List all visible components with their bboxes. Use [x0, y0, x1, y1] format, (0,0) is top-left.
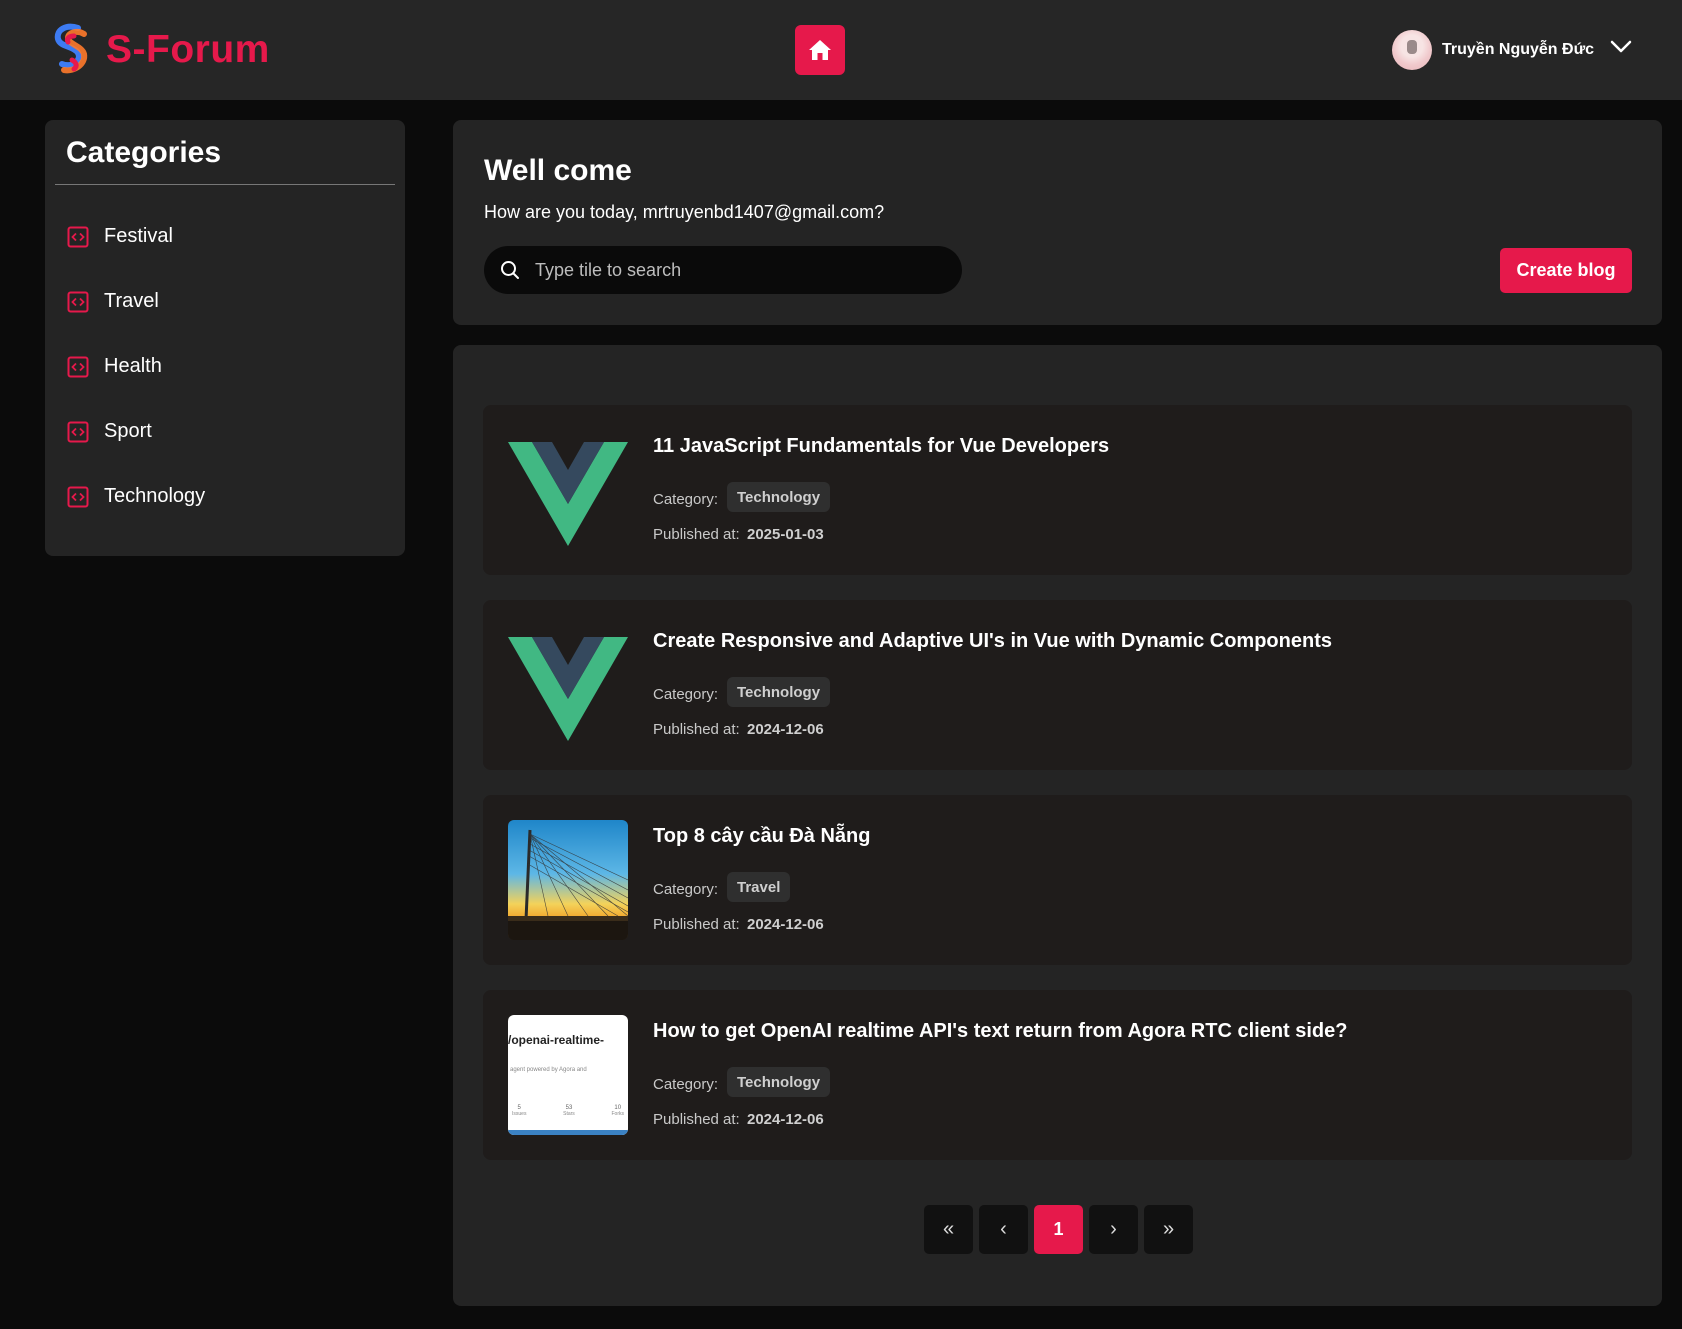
bridge-photo-icon	[508, 820, 628, 940]
published-date: 2024-12-06	[747, 916, 824, 933]
published-label: Published at:	[653, 916, 740, 933]
repo-stat: 5 Issues	[512, 1105, 527, 1117]
brand[interactable]: S-Forum	[48, 22, 270, 78]
post-list-panel: 11 JavaScript Fundamentals for Vue Devel…	[453, 345, 1662, 1306]
category-badge[interactable]: Technology	[727, 1067, 831, 1097]
welcome-panel: Well come How are you today, mrtruyenbd1…	[453, 120, 1662, 325]
search-bar[interactable]	[484, 246, 962, 294]
repo-card-subtitle: agent powered by Agora and	[510, 1067, 587, 1073]
search-input[interactable]	[535, 259, 935, 281]
user-menu[interactable]: Truyền Nguyễn Đức	[1392, 30, 1594, 70]
welcome-title: Well come	[484, 154, 632, 187]
post-title[interactable]: 11 JavaScript Fundamentals for Vue Devel…	[653, 435, 1109, 458]
create-blog-button[interactable]: Create blog	[1500, 248, 1632, 293]
code-icon	[67, 226, 89, 247]
user-name: Truyền Nguyễn Đức	[1442, 41, 1595, 58]
category-label: Festival	[104, 225, 173, 247]
published-date: 2024-12-06	[747, 721, 824, 738]
home-button[interactable]	[795, 25, 845, 75]
post-card[interactable]: Top 8 cây cầu Đà Nẵng Category: Travel P…	[483, 795, 1632, 965]
categories-title: Categories	[66, 136, 222, 169]
category-label: Travel	[104, 290, 159, 312]
code-icon	[67, 356, 89, 377]
repo-card-title: /openai-realtime-	[508, 1033, 605, 1047]
first-page-button[interactable]: «	[924, 1205, 973, 1254]
category-badge[interactable]: Travel	[727, 872, 791, 902]
brand-name: S-Forum	[106, 28, 270, 71]
category-item-sport[interactable]: Sport	[67, 399, 387, 464]
pagination: « ‹ 1 › »	[924, 1205, 1199, 1254]
avatar[interactable]	[1392, 30, 1432, 70]
repo-card-bar	[508, 1130, 628, 1135]
category-badge[interactable]: Technology	[727, 677, 831, 707]
category-badge[interactable]: Technology	[727, 482, 831, 512]
s-logo-icon	[54, 23, 88, 74]
category-label: Technology	[104, 485, 206, 507]
post-card[interactable]: 11 JavaScript Fundamentals for Vue Devel…	[483, 405, 1632, 575]
last-page-button[interactable]: »	[1144, 1205, 1193, 1254]
category-item-festival[interactable]: Festival	[67, 204, 387, 269]
category-item-health[interactable]: Health	[67, 334, 387, 399]
post-thumbnail: /openai-realtime- agent powered by Agora…	[508, 1015, 628, 1135]
repo-stat: 53 Stars	[563, 1105, 575, 1117]
chevron-down-icon[interactable]	[1610, 40, 1632, 54]
repo-stat: 10 Forks	[611, 1105, 625, 1117]
category-label: Category:	[653, 881, 719, 898]
published-date: 2024-12-06	[747, 1111, 824, 1128]
top-navbar: S-Forum Truyền Nguyễn Đức	[0, 0, 1682, 100]
post-title[interactable]: Create Responsive and Adaptive UI's in V…	[653, 630, 1332, 653]
code-icon	[67, 486, 89, 507]
category-label: Category:	[653, 491, 719, 508]
vue-logo-icon	[508, 442, 628, 546]
category-list: Festival Travel Health Sport Technology	[67, 204, 387, 529]
published-label: Published at:	[653, 1111, 740, 1128]
code-icon	[67, 291, 89, 312]
divider	[55, 184, 395, 185]
post-card[interactable]: /openai-realtime- agent powered by Agora…	[483, 990, 1632, 1160]
prev-page-button[interactable]: ‹	[979, 1205, 1028, 1254]
published-date: 2025-01-03	[747, 526, 824, 543]
page-button-current[interactable]: 1	[1034, 1205, 1083, 1254]
post-card[interactable]: Create Responsive and Adaptive UI's in V…	[483, 600, 1632, 770]
post-thumbnail	[508, 625, 628, 745]
code-icon	[67, 421, 89, 442]
category-label: Category:	[653, 686, 719, 703]
category-label: Category:	[653, 1076, 719, 1093]
home-icon	[809, 40, 831, 60]
category-label: Health	[104, 355, 162, 377]
published-label: Published at:	[653, 721, 740, 738]
search-icon	[501, 261, 519, 279]
post-title[interactable]: How to get OpenAI realtime API's text re…	[653, 1020, 1347, 1043]
vue-logo-icon	[508, 637, 628, 741]
post-thumbnail	[508, 430, 628, 550]
category-label: Sport	[104, 420, 152, 442]
categories-panel: Categories Festival Travel Health Sport …	[45, 120, 405, 556]
repo-card-stats: 5 Issues 53 Stars 10 Forks	[512, 1105, 624, 1117]
post-title[interactable]: Top 8 cây cầu Đà Nẵng	[653, 825, 870, 848]
published-label: Published at:	[653, 526, 740, 543]
next-page-button[interactable]: ›	[1089, 1205, 1138, 1254]
category-item-travel[interactable]: Travel	[67, 269, 387, 334]
welcome-subtitle: How are you today, mrtruyenbd1407@gmail.…	[484, 202, 885, 222]
category-item-technology[interactable]: Technology	[67, 464, 387, 529]
post-thumbnail	[508, 820, 628, 940]
